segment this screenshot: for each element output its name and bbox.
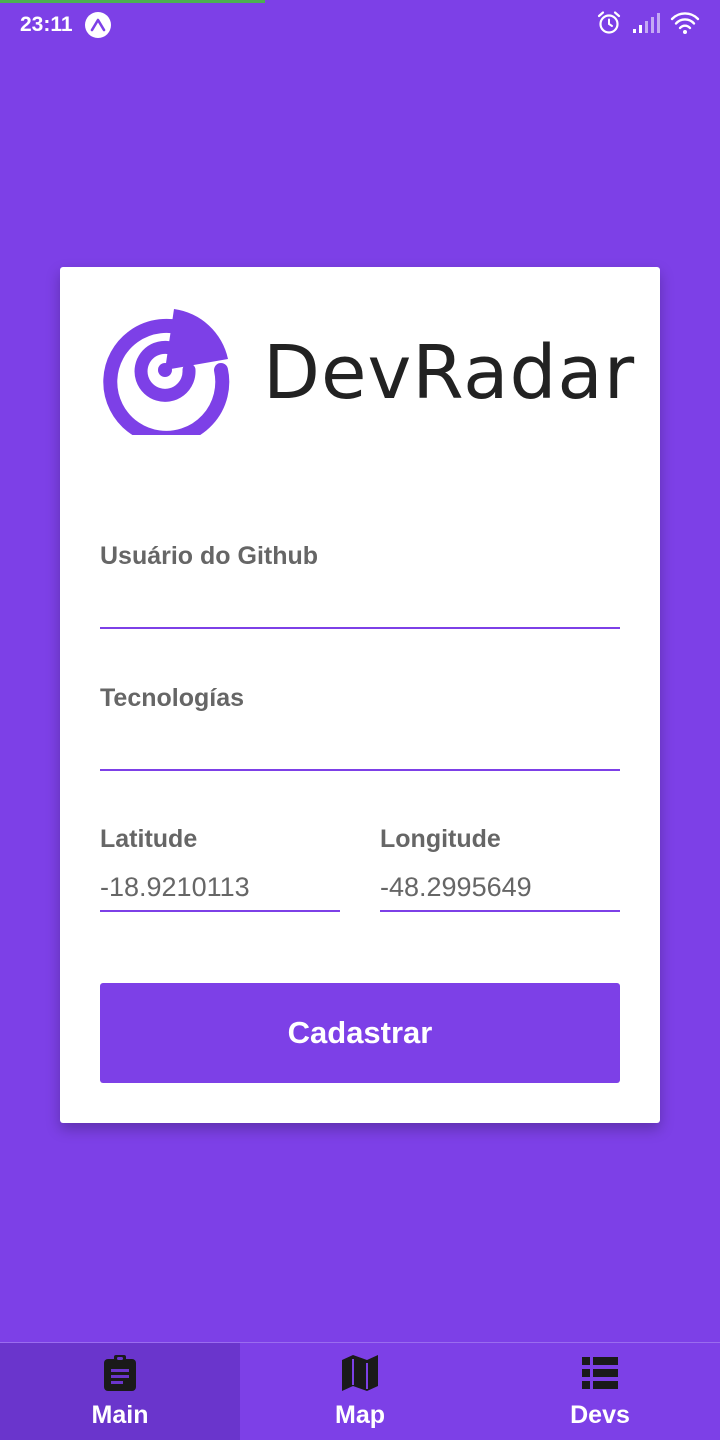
clipboard-icon: [100, 1353, 140, 1393]
github-username-input[interactable]: [100, 581, 620, 629]
register-card: DevRadar Usuário do Github Tecnologías L…: [60, 267, 660, 1123]
list-icon: [580, 1353, 620, 1393]
tab-map-label: Map: [335, 1401, 385, 1429]
submit-button[interactable]: Cadastrar: [100, 983, 620, 1083]
tab-main[interactable]: Main: [0, 1343, 240, 1440]
status-bar: 23:11: [0, 0, 720, 50]
bottom-tab-bar: Main Map Devs: [0, 1342, 720, 1440]
latitude-input[interactable]: [100, 864, 340, 912]
expo-icon: [84, 12, 111, 38]
status-right: [596, 10, 700, 41]
devradar-logo: DevRadar: [100, 305, 636, 445]
techs-input[interactable]: [100, 723, 620, 771]
tab-devs-label: Devs: [570, 1401, 630, 1429]
status-left: 23:11: [20, 12, 111, 38]
github-field: Usuário do Github: [100, 542, 620, 629]
tab-main-label: Main: [91, 1401, 149, 1429]
techs-label: Tecnologías: [100, 684, 245, 712]
app-name: DevRadar: [263, 329, 636, 416]
github-label: Usuário do Github: [100, 542, 319, 570]
map-icon: [340, 1353, 380, 1393]
tab-devs[interactable]: Devs: [480, 1343, 720, 1440]
wifi-icon: [670, 11, 700, 40]
techs-field: Tecnologías: [100, 684, 620, 771]
latitude-label: Latitude: [100, 825, 198, 853]
status-time: 23:11: [20, 13, 73, 36]
tab-map[interactable]: Map: [240, 1343, 480, 1440]
latitude-field: Latitude: [100, 825, 340, 912]
signal-icon: [632, 12, 660, 39]
longitude-label: Longitude: [380, 825, 501, 853]
alarm-icon: [596, 10, 622, 41]
radar-logo-icon: [100, 305, 230, 445]
longitude-field: Longitude: [380, 825, 620, 912]
longitude-input[interactable]: [380, 864, 620, 912]
